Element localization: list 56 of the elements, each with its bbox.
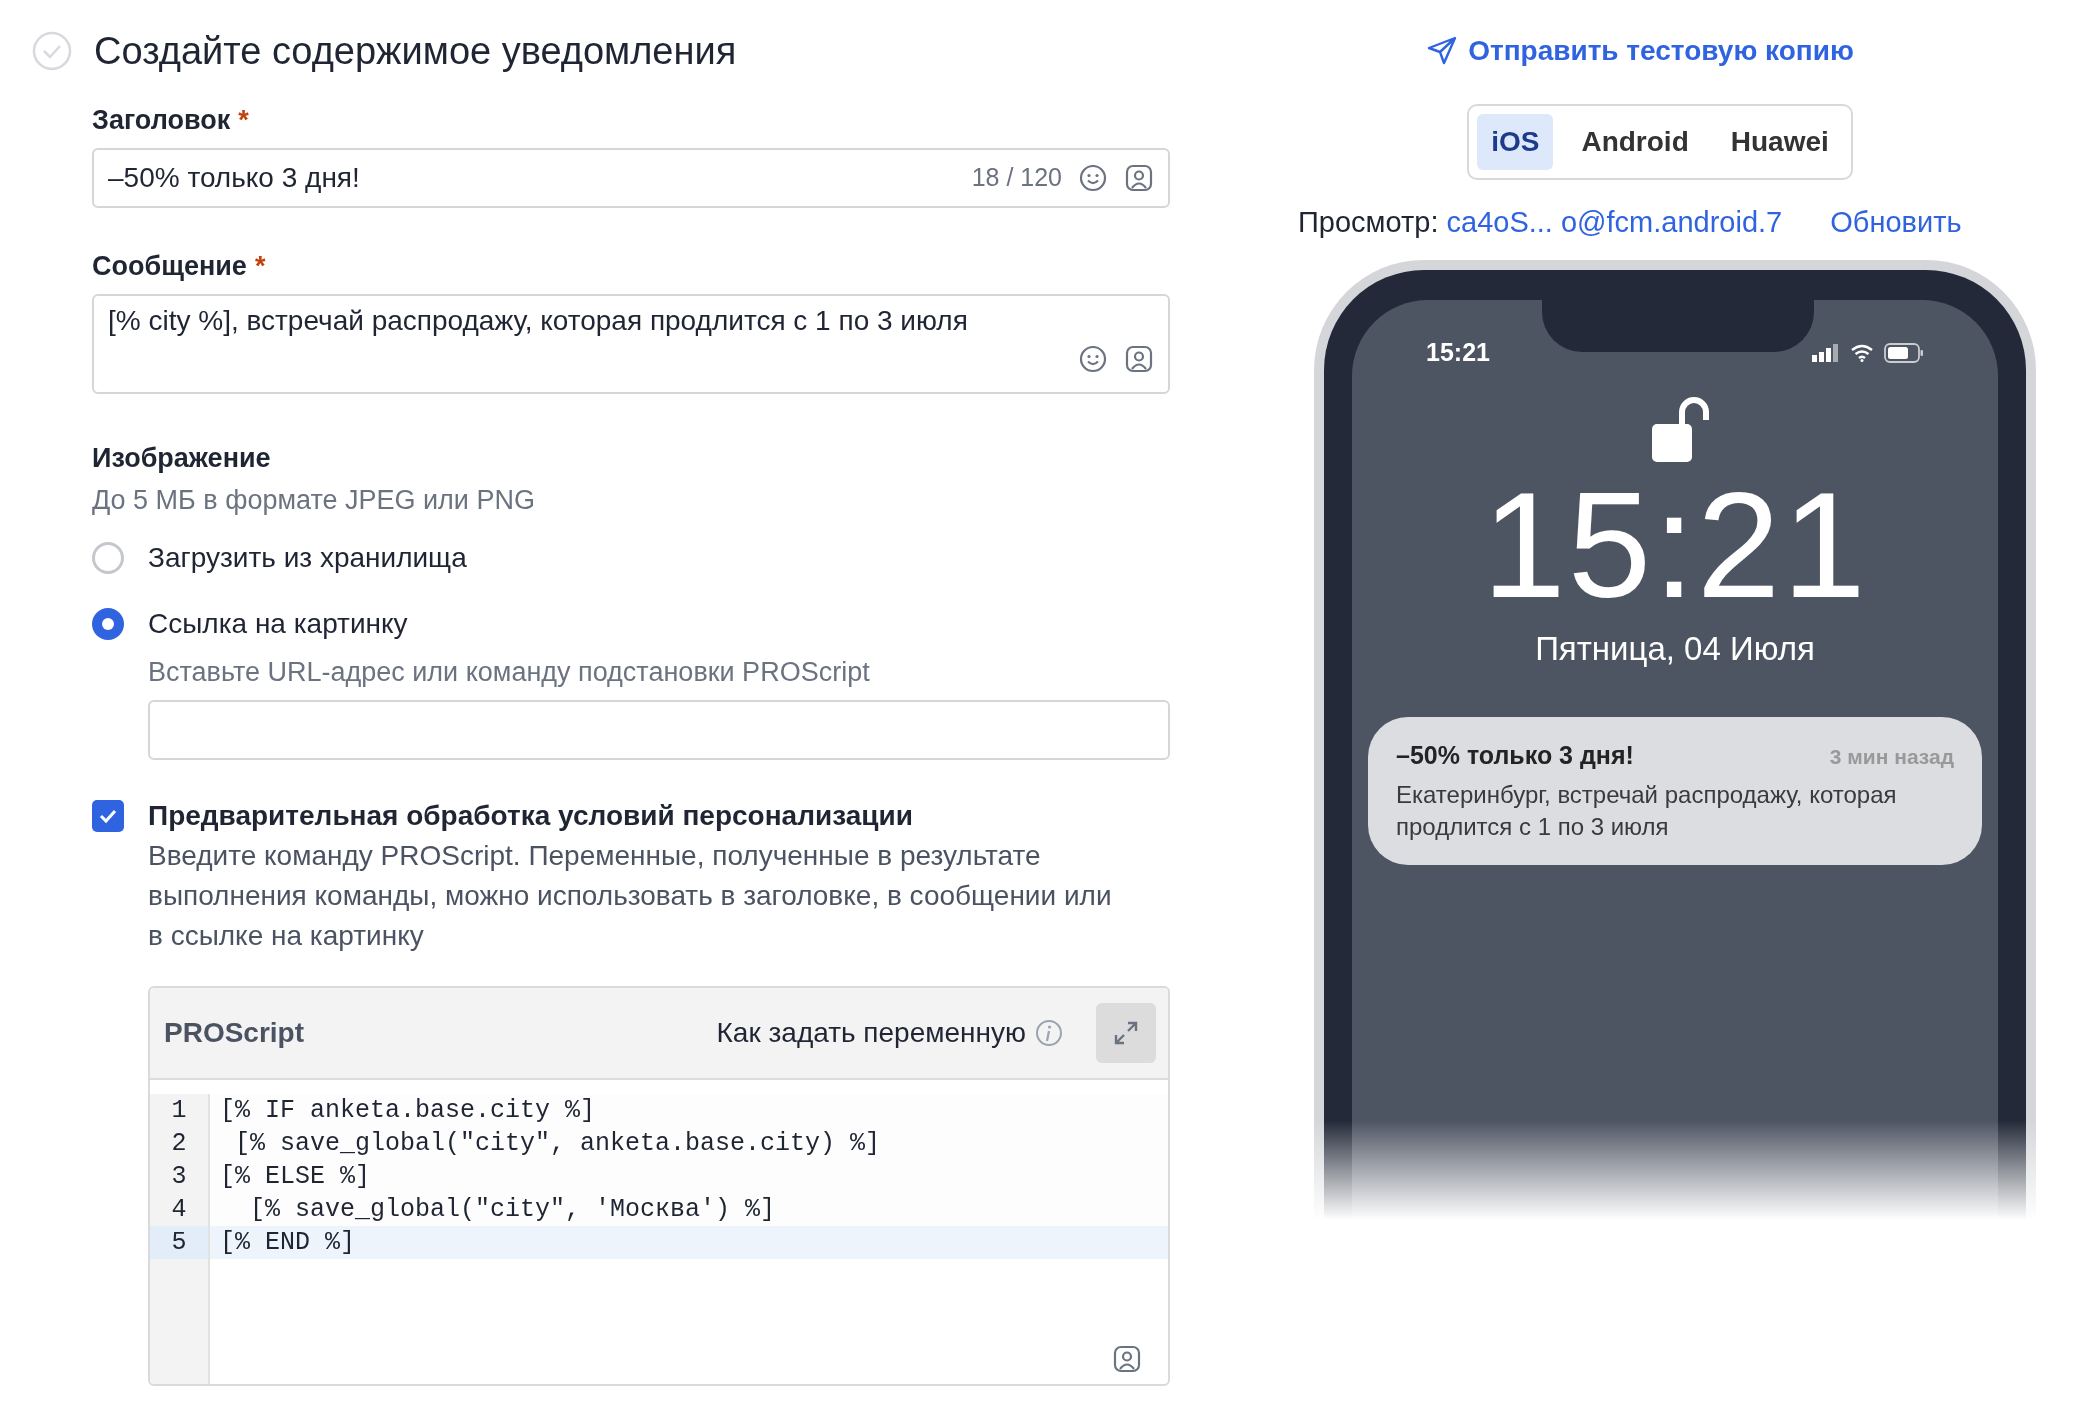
lock-screen-date: Пятница, 04 Июля	[1535, 628, 1815, 669]
preview-label: Просмотр:	[1298, 205, 1439, 240]
radio-label: Ссылка на картинку	[148, 607, 408, 641]
check-circle-icon	[32, 31, 72, 71]
section-label: Изображение	[92, 442, 272, 475]
radio-label: Загрузить из хранилища	[148, 541, 467, 575]
line-number: 5	[150, 1226, 210, 1259]
wifi-icon	[1850, 343, 1874, 362]
paper-plane-icon	[1426, 35, 1459, 67]
code-text: [% END %]	[219, 1227, 356, 1259]
required-mark: *	[254, 250, 266, 283]
platform-tab[interactable]: iOS	[1477, 114, 1554, 170]
code-text: [% save_global("city", anketa.base.city) %]	[234, 1128, 881, 1160]
expand-icon	[1112, 1019, 1140, 1047]
lock-screen-clock: 15:21	[1482, 469, 1868, 620]
hint-text: До 5 МБ в формате JPEG или PNG	[92, 484, 536, 517]
editor-title: PROScript	[164, 1016, 306, 1050]
expand-button[interactable]	[1096, 1003, 1156, 1063]
device-link[interactable]: ca4oS... o@fcm.android.7	[1446, 202, 1783, 242]
checkbox[interactable]	[92, 800, 124, 832]
code-text: [% save_global("city", 'Москва') %]	[249, 1194, 776, 1226]
refresh-link[interactable]: Обновить	[1830, 202, 1962, 242]
help-link[interactable]: Как задать переменную	[716, 1012, 1026, 1054]
notification-time: 3 мин назад	[1829, 744, 1954, 770]
code-text: [% ELSE %]	[219, 1161, 371, 1193]
line-number: 2	[150, 1127, 210, 1160]
description-text: Введите команду PROScript. Переменные, полученные в результате выполнения команды, можно использовать в заголовке, в сообщении или в ссылке на картинку	[148, 839, 1113, 953]
required-mark: *	[238, 104, 249, 137]
smiley-icon[interactable]	[1078, 163, 1108, 193]
character-counter: 18 / 120	[971, 162, 1062, 194]
contact-icon[interactable]	[1124, 344, 1154, 374]
notification-card[interactable]: –50% только 3 дня! 3 мин назад Екатеринбург, встречай распродажу, которая продлится с 1 по 3 июля	[1368, 717, 1982, 865]
code-text: [% IF anketa.base.city %]	[219, 1095, 596, 1127]
line-number: 3	[150, 1160, 210, 1193]
radio-button[interactable]	[92, 608, 124, 640]
contact-icon[interactable]	[1112, 1344, 1142, 1374]
section-title: Создайте содержимое уведомления	[94, 29, 737, 74]
url-input-field[interactable]	[148, 700, 1170, 760]
send-test-link[interactable]: Отправить тестовую копию	[1426, 26, 1854, 76]
contact-icon[interactable]	[1124, 163, 1154, 193]
status-time: 15:21	[1426, 337, 1490, 368]
field-label: Сообщение	[92, 250, 247, 283]
message-input-field[interactable]: [% city %], встречай распродажу, которая продлится с 1 по 3 июля	[92, 294, 1170, 394]
signal-icon	[1812, 343, 1840, 362]
line-number: 4	[150, 1193, 210, 1226]
checkbox-label: Предварительная обработка условий персонализации	[148, 799, 913, 833]
code-editor[interactable]: PROScript Как задать переменную 1 [% IF anketa.base.city %] 2 [% save_global("city", anketa.base.city) %] 3 [% ELSE %] 4 [% save_global("city", 'Москва') %] 5 [% END %]	[148, 986, 1170, 1386]
line-number: 1	[150, 1094, 210, 1127]
smiley-icon[interactable]	[1078, 344, 1108, 374]
field-label: Заголовок	[92, 104, 231, 137]
battery-icon	[1884, 342, 1924, 363]
notification-title: –50% только 3 дня!	[1396, 740, 1634, 771]
hint-text: Вставьте URL-адрес или команду подстановки PROScript	[148, 656, 871, 689]
notification-body: Екатеринбург, встречай распродажу, которая продлится с 1 по 3 июля	[1396, 779, 1898, 842]
title-input-field[interactable]: –50% только 3 дня! 18 / 120	[92, 148, 1170, 208]
radio-button[interactable]	[92, 542, 124, 574]
